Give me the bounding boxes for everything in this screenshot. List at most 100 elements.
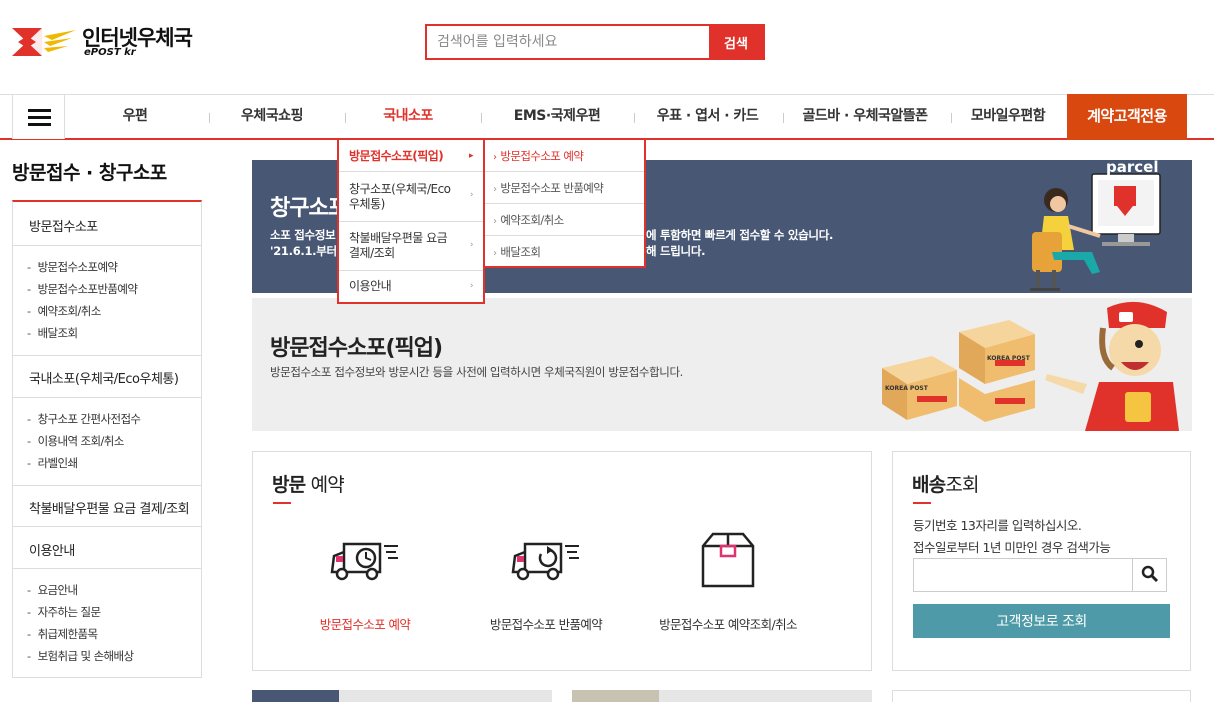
sidebar-item[interactable]: 자주하는 질문 — [27, 604, 102, 620]
title-underline — [913, 502, 931, 504]
bottom-card-3 — [892, 690, 1191, 702]
delivery-title-rest: 조회 — [945, 474, 979, 496]
sidebar-category-guide[interactable]: 이용안내 — [29, 540, 75, 559]
nav-item-goldbar[interactable]: 골드바 · 우체국알뜰폰 — [790, 95, 940, 139]
sidebar-title: 방문접수 · 창구소포 — [12, 162, 167, 184]
sidebar-divider — [13, 397, 201, 398]
nav-separator — [634, 113, 635, 123]
search-icon — [1141, 565, 1158, 582]
customer-info-lookup-button[interactable]: 고객정보로 조회 — [913, 604, 1170, 638]
sidebar-item[interactable]: 방문접수소포예약 — [27, 259, 118, 275]
parcel-illustration-icon: parcel — [1030, 160, 1161, 291]
illustration-text: parcel — [1106, 160, 1158, 176]
visit-reserve-label: 방문접수소포 예약 — [319, 617, 411, 632]
sidebar-item[interactable]: 예약조회/취소 — [27, 303, 102, 319]
hamburger-icon-bar — [28, 116, 51, 119]
chevron-right-icon: › — [469, 281, 474, 291]
main-navigation: 우편 우체국쇼핑 국내소포 EMS·국제우편 우표 · 엽서 · 카드 골드바 … — [0, 94, 1214, 140]
sidebar-item[interactable]: 이용내역 조회/취소 — [27, 433, 125, 449]
sidebar-divider — [13, 245, 201, 246]
sidebar-item[interactable]: 요금안내 — [27, 582, 79, 598]
sidebar-divider — [13, 568, 201, 569]
postman-with-boxes-illustration-icon: KOREA POST KOREA POST — [882, 301, 1179, 431]
sidebar-divider — [13, 355, 201, 356]
delivery-panel-title: 배송조회 — [912, 470, 980, 497]
menu-button[interactable] — [12, 95, 65, 139]
dropdown-sub-item-lookup-cancel[interactable]: 예약조회/취소 — [485, 204, 644, 236]
dropdown-item-counter-parcel[interactable]: 창구소포(우체국/Eco우체통) › — [339, 172, 483, 222]
dropdown-item-cod-payment[interactable]: 착불배달우편물 요금 결제/조회 › — [339, 222, 483, 271]
dropdown-item-label: 창구소포(우체국/Eco우체통) — [349, 182, 451, 211]
dropdown-item-visit-pickup[interactable]: 방문접수소포(픽업) ▸ — [339, 140, 483, 172]
chevron-right-icon: › — [469, 240, 474, 250]
banner-description: 해 드립니다. — [646, 244, 706, 258]
box-label: KOREA POST — [885, 385, 929, 392]
delivery-title-bold: 배송 — [912, 474, 946, 496]
visit-reservation-panel: 방문 예약 방문접수소포 예약 방문접수소포 반품예약 방문접수소포 예약조회/… — [252, 451, 872, 671]
bottom-card-2 — [572, 690, 659, 702]
search-button[interactable]: 검색 — [709, 26, 763, 58]
sidebar-item[interactable]: 창구소포 간편사전접수 — [27, 411, 141, 427]
dropdown-item-guide[interactable]: 이용안내 › — [339, 271, 483, 302]
visit-reservation-lookup-label: 방문접수소포 예약조회/취소 — [659, 617, 797, 632]
dropdown-sub-item-return-reserve[interactable]: 방문접수소포 반품예약 — [485, 172, 644, 204]
bottom-card-1-rest — [339, 690, 552, 702]
search-input[interactable] — [427, 26, 709, 58]
nav-separator — [951, 113, 952, 123]
nav-item-ems[interactable]: EMS·국제우편 — [494, 95, 620, 139]
tracking-search-button[interactable] — [1132, 558, 1167, 592]
nav-item-mobile-mailbox[interactable]: 모바일우편함 — [958, 95, 1058, 139]
nav-item-stamps[interactable]: 우표 · 엽서 · 카드 — [645, 95, 770, 139]
sidebar-category-domestic-parcel[interactable]: 국내소포(우체국/Eco우체통) — [29, 368, 179, 387]
banner-description: 소포 접수정보 — [270, 228, 336, 242]
nav-item-domestic-parcel[interactable]: 국내소포 — [358, 95, 458, 139]
title-underline — [273, 502, 291, 504]
logo[interactable]: 인터넷우체국 ePOST kr — [12, 22, 202, 66]
sidebar-item[interactable]: 방문접수소포반품예약 — [27, 281, 138, 297]
tracking-number-input[interactable] — [913, 558, 1133, 592]
sidebar-divider — [13, 485, 201, 486]
nav-separator — [345, 113, 346, 123]
visit-title-rest: 예약 — [305, 474, 345, 496]
banner-title: 방문접수소포(픽업) — [270, 336, 443, 361]
nav-separator — [209, 113, 210, 123]
box-label: KOREA POST — [987, 355, 1031, 362]
nav-item-mail[interactable]: 우편 — [85, 95, 185, 139]
nav-separator — [481, 113, 482, 123]
delivery-truck-return-icon — [511, 542, 579, 581]
visit-reservation-lookup-link[interactable]: 방문접수소포 예약조회/취소 — [628, 532, 828, 642]
sidebar-category-visit-pickup[interactable]: 방문접수소포 — [29, 216, 98, 235]
banner-visit-pickup: 방문접수소포(픽업) 방문접수소포 접수정보와 방문시간 등을 사전에 입력하시… — [252, 298, 1192, 431]
nav-item-shopping[interactable]: 우체국쇼핑 — [222, 95, 322, 139]
visit-panel-title: 방문 예약 — [272, 470, 345, 497]
nav-item-contract-customer[interactable]: 계약고객전용 — [1067, 94, 1187, 140]
sidebar-item[interactable]: 보험취급 및 손해배상 — [27, 648, 135, 664]
chevron-right-icon: › — [469, 190, 474, 200]
dropdown-sub-item-delivery-track[interactable]: 배달조회 — [485, 236, 644, 268]
bottom-card-1 — [252, 690, 339, 702]
dropdown-level2: 방문접수소포 예약 방문접수소포 반품예약 예약조회/취소 배달조회 — [485, 138, 646, 268]
tracking-instruction: 등기번호 13자리를 입력하십시오. — [913, 518, 1082, 533]
visit-reserve-link[interactable]: 방문접수소포 예약 — [265, 532, 465, 642]
hamburger-icon-bar — [28, 123, 51, 126]
header: 인터넷우체국 ePOST kr 검색 — [0, 0, 1214, 94]
sidebar-category-cod-payment[interactable]: 착불배달우편물 요금 결제/조회 — [29, 498, 190, 517]
logo-subtitle: ePOST kr — [84, 47, 136, 58]
dropdown-level1: 방문접수소포(픽업) ▸ 창구소포(우체국/Eco우체통) › 착불배달우편물 … — [337, 138, 485, 304]
bottom-card-2-rest — [659, 690, 872, 702]
banner-description: 방문접수소포 접수정보와 방문시간 등을 사전에 입력하시면 우체국직원이 방문… — [270, 365, 683, 379]
epost-logo-icon — [12, 28, 76, 56]
sidebar-item[interactable]: 배달조회 — [27, 325, 79, 341]
banner-description: '21.6.1.부터 — [270, 244, 337, 258]
search-bar: 검색 — [425, 24, 765, 60]
visit-return-reserve-label: 방문접수소포 반품예약 — [489, 617, 603, 632]
sidebar-item[interactable]: 취급제한품목 — [27, 626, 98, 642]
parcel-box-icon — [701, 532, 755, 588]
sidebar: 방문접수소포 방문접수소포예약 방문접수소포반품예약 예약조회/취소 배달조회 … — [12, 200, 202, 678]
nav-separator — [783, 113, 784, 123]
dropdown-sub-item-reserve[interactable]: 방문접수소포 예약 — [485, 140, 644, 172]
sidebar-item[interactable]: 라벨인쇄 — [27, 455, 79, 471]
visit-title-bold: 방문 — [272, 474, 306, 496]
dropdown-item-label: 착불배달우편물 요금 결제/조회 — [349, 231, 448, 260]
visit-return-reserve-link[interactable]: 방문접수소포 반품예약 — [446, 532, 646, 642]
